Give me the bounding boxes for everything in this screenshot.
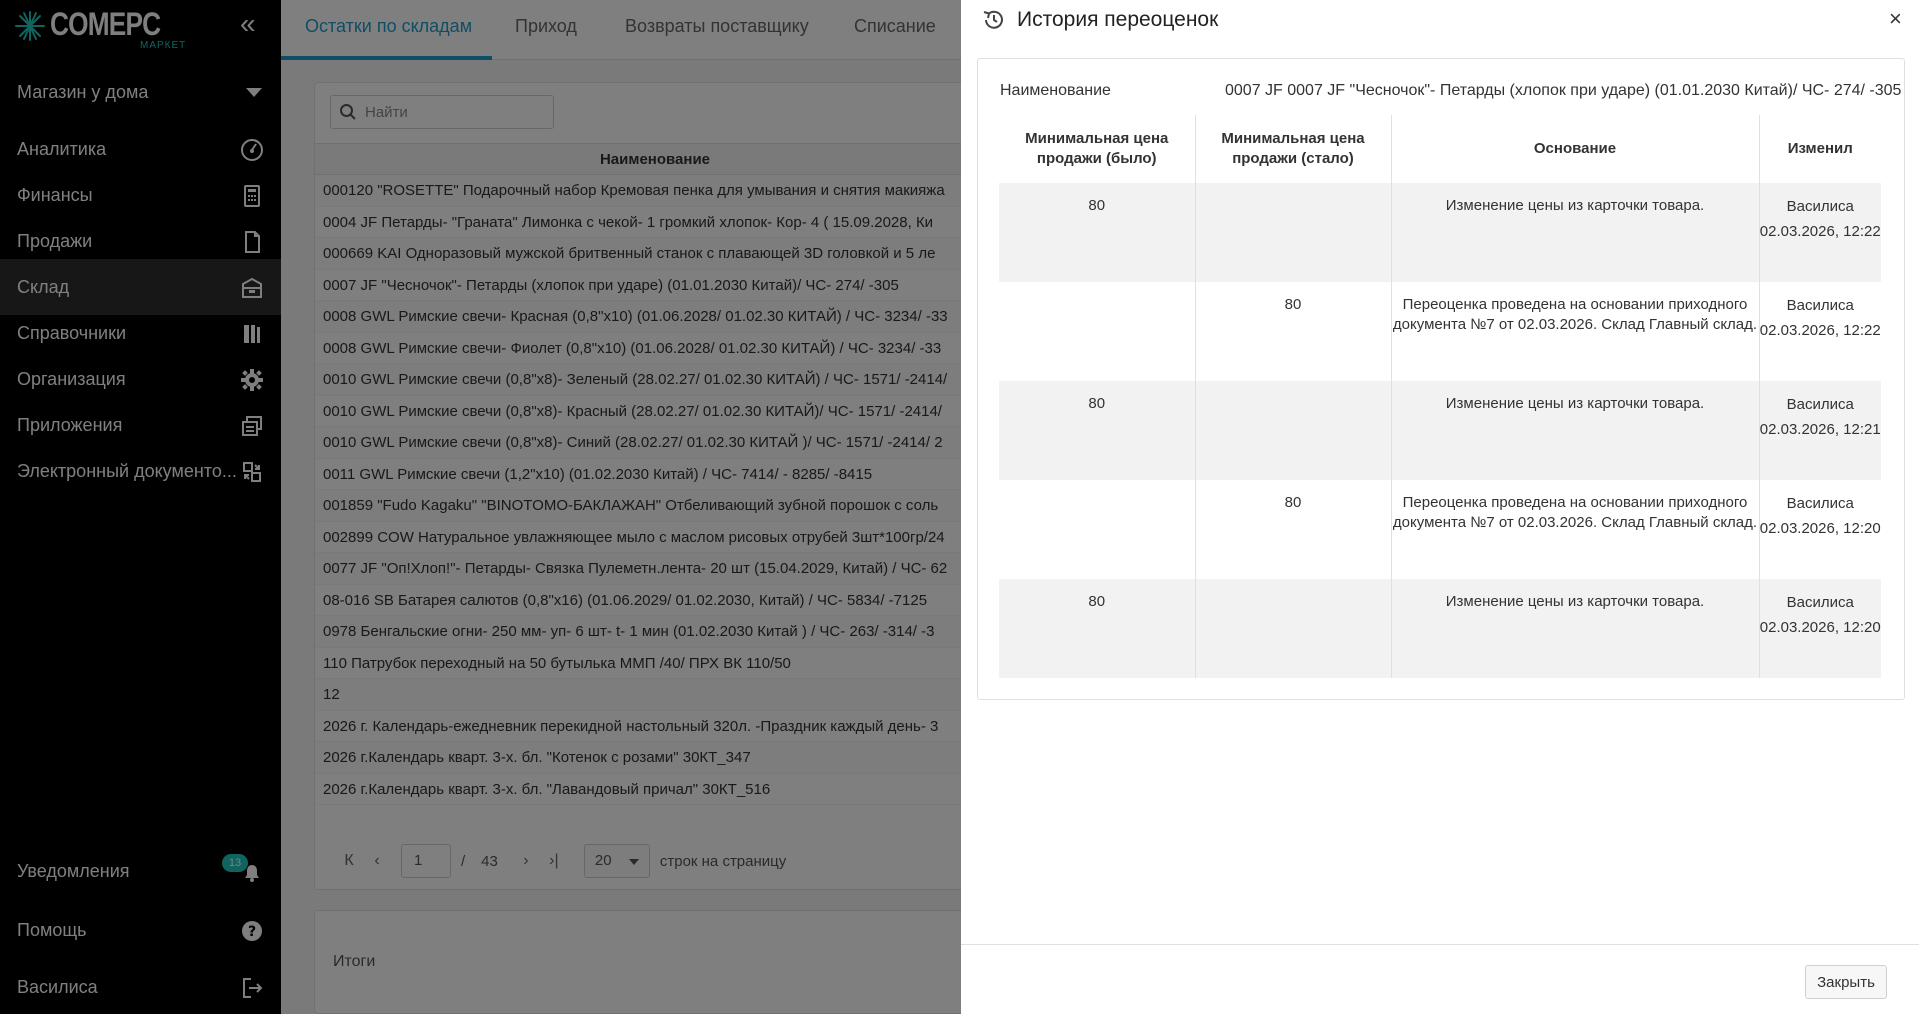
price-history-table: Минимальная цена продажи (было) Минималь… xyxy=(999,115,1881,678)
history-row: 80 Изменение цены из карточки товара. Ва… xyxy=(999,579,1881,678)
changed-by-cell: Василиса 02.03.2026, 12:20 xyxy=(1758,579,1881,678)
close-button[interactable]: Закрыть xyxy=(1805,965,1887,999)
reason-cell: Переоценка проведена на основании приход… xyxy=(1390,282,1759,381)
history-row: 80 Изменение цены из карточки товара. Ва… xyxy=(999,381,1881,480)
history-icon xyxy=(983,10,1003,29)
price-now-cell xyxy=(1194,381,1391,480)
price-now-cell xyxy=(1194,183,1391,282)
reason-cell: Изменение цены из карточки товара. xyxy=(1390,183,1759,282)
changed-by-cell: Василиса 02.03.2026, 12:20 xyxy=(1758,480,1881,579)
changed-by-cell: Василиса 02.03.2026, 12:22 xyxy=(1758,282,1881,381)
reason-cell: Изменение цены из карточки товара. xyxy=(1390,381,1759,480)
price-was-cell: 80 xyxy=(999,183,1195,282)
history-row: 80 Изменение цены из карточки товара. Ва… xyxy=(999,183,1881,282)
column-header-reason: Основание xyxy=(1390,115,1759,183)
price-was-cell: 80 xyxy=(999,381,1195,480)
drawer-footer: Закрыть xyxy=(961,944,1919,1014)
reason-cell: Изменение цены из карточки товара. xyxy=(1390,579,1759,678)
close-icon[interactable]: × xyxy=(1889,6,1902,32)
reason-cell: Переоценка проведена на основании приход… xyxy=(1390,480,1759,579)
price-now-cell: 80 xyxy=(1194,480,1391,579)
drawer-title: История переоценок xyxy=(1017,8,1219,31)
history-row: 80 Переоценка проведена на основании при… xyxy=(999,282,1881,381)
changed-by-cell: Василиса 02.03.2026, 12:22 xyxy=(1758,183,1881,282)
price-history-drawer: История переоценок × Наименование 0007 J… xyxy=(961,0,1919,1014)
price-was-cell: 80 xyxy=(999,579,1195,678)
changed-by-cell: Василиса 02.03.2026, 12:21 xyxy=(1758,381,1881,480)
column-header-price-was: Минимальная цена продажи (было) xyxy=(1025,130,1169,167)
column-header-changed-by: Изменил xyxy=(1758,115,1881,183)
product-name-value: 0007 JF 0007 JF "Чесночок"- Петарды (хло… xyxy=(1225,82,1902,99)
product-name-label: Наименование xyxy=(1000,82,1111,99)
drawer-header: История переоценок × xyxy=(961,0,1919,40)
price-was-cell xyxy=(999,480,1195,579)
history-row: 80 Переоценка проведена на основании при… xyxy=(999,480,1881,579)
price-now-cell xyxy=(1194,579,1391,678)
column-header-price-now: Минимальная цена продажи (стало) xyxy=(1194,115,1391,183)
price-was-cell xyxy=(999,282,1195,381)
price-now-cell: 80 xyxy=(1194,282,1391,381)
